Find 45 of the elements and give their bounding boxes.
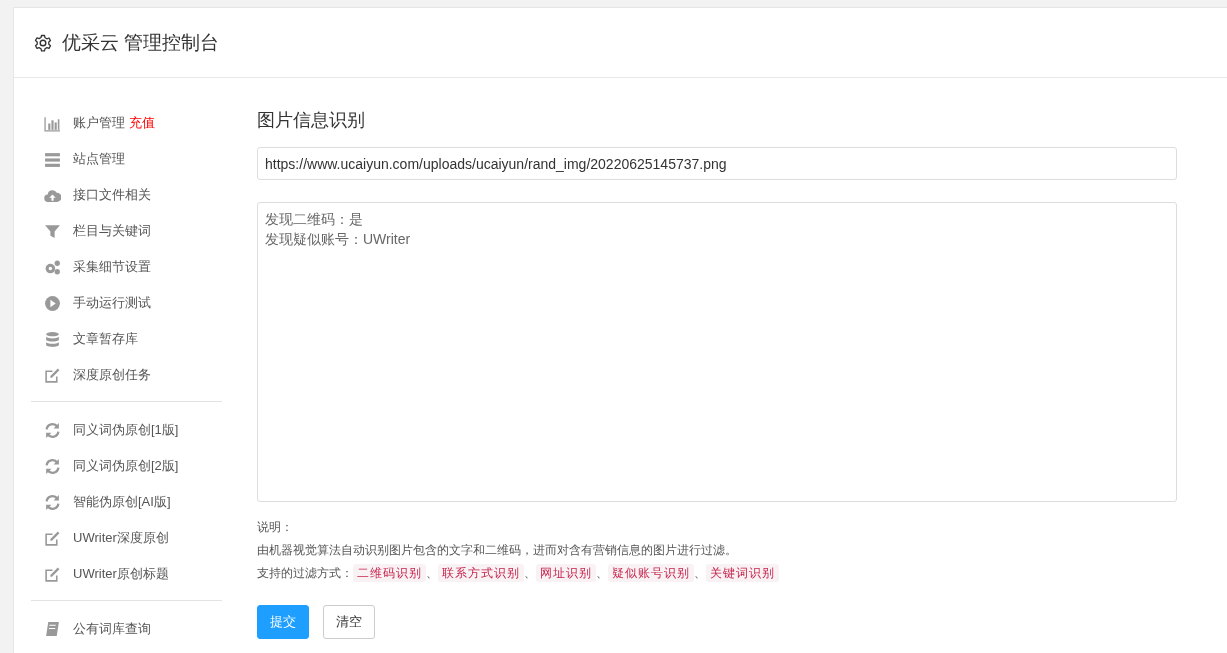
sidebar-item[interactable]: 公有词库查询	[73, 620, 151, 638]
gears-icon	[44, 258, 61, 276]
edit-icon	[44, 565, 61, 583]
sidebar-item[interactable]: 站点管理	[73, 150, 125, 168]
sidebar-item[interactable]: 账户管理 充值	[73, 114, 155, 132]
settings-icon	[34, 33, 52, 52]
sidebar-item[interactable]: 接口文件相关	[73, 186, 151, 204]
sidebar-item[interactable]: 深度原创任务	[73, 366, 151, 384]
separator: 、	[596, 566, 608, 580]
url-field[interactable]: https://www.ucaiyun.com/uploads/ucaiyun/rand_img/20220625145737.png	[257, 147, 1177, 180]
method-tag: 二维码识别	[353, 564, 426, 582]
page-heading: 图片信息识别	[257, 109, 366, 132]
book-icon	[44, 620, 61, 638]
sidebar-item[interactable]: 同义词伪原创[1版]	[73, 421, 179, 439]
method-tag: 关键词识别	[706, 564, 779, 582]
refresh-icon	[44, 421, 61, 439]
refresh-icon	[44, 457, 61, 475]
edit-icon	[44, 529, 61, 547]
sidebar-item[interactable]: 智能伪原创[AI版]	[73, 493, 171, 511]
refresh-icon	[44, 493, 61, 511]
sidebar-item[interactable]: 采集细节设置	[73, 258, 151, 276]
sidebar-item[interactable]: 手动运行测试	[73, 294, 151, 312]
result-box[interactable]: 发现二维码：是 发现疑似账号：UWriter	[257, 202, 1177, 502]
database-icon	[44, 330, 61, 348]
method-tag: 网址识别	[536, 564, 596, 582]
sidebar-item[interactable]: UWriter深度原创	[73, 529, 169, 547]
description-text: 由机器视觉算法自动识别图片包含的文字和二维码，进而对含有营销信息的图片进行过滤。	[257, 542, 738, 559]
edit-icon	[44, 366, 61, 384]
play-icon	[44, 294, 61, 312]
sidebar-item[interactable]: 文章暂存库	[73, 330, 138, 348]
bar-chart-icon	[44, 114, 61, 132]
separator: 、	[694, 566, 706, 580]
sidebar-item[interactable]: UWriter原创标题	[73, 565, 169, 583]
separator: 、	[426, 566, 438, 580]
notes-heading: 说明：	[257, 519, 294, 536]
sidebar-item[interactable]: 栏目与关键词	[73, 222, 151, 240]
method-tag: 疑似账号识别	[608, 564, 694, 582]
methods-label: 支持的过滤方式：	[257, 566, 353, 580]
console-title: 优采云 管理控制台	[62, 30, 220, 55]
clear-button[interactable]: 清空	[323, 605, 375, 639]
sidebar-item[interactable]: 同义词伪原创[2版]	[73, 457, 179, 475]
filter-icon	[44, 222, 61, 240]
method-tag: 联系方式识别	[438, 564, 524, 582]
server-icon	[44, 150, 61, 168]
separator: 、	[524, 566, 536, 580]
